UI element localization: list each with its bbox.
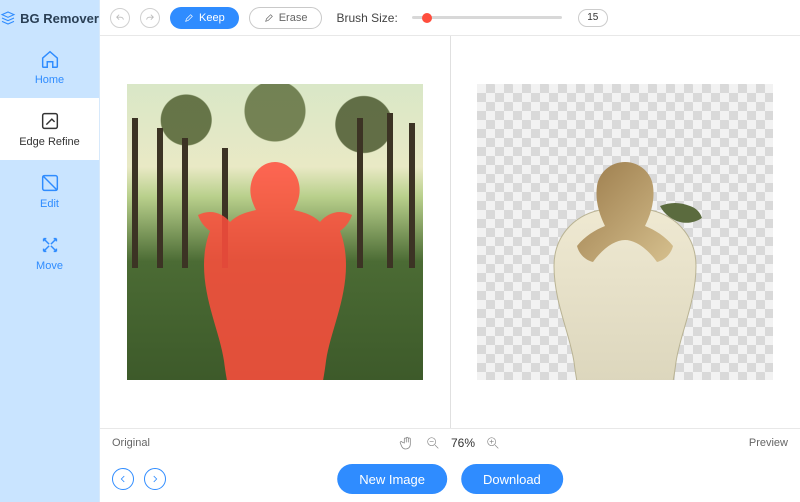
tree-icon	[222, 148, 228, 268]
main: Keep Erase Brush Size: 15	[100, 0, 800, 502]
zoom-out-icon[interactable]	[425, 435, 441, 451]
home-icon	[39, 48, 61, 70]
tree-icon	[132, 118, 138, 268]
keep-button[interactable]: Keep	[170, 7, 239, 29]
original-panel	[100, 36, 451, 428]
sidebar-item-label: Move	[36, 260, 63, 272]
cutout-subject	[540, 162, 710, 380]
keep-brush-icon	[184, 13, 194, 23]
sidebar-item-home[interactable]: Home	[0, 36, 99, 98]
toolbar: Keep Erase Brush Size: 15	[100, 0, 800, 36]
tree-icon	[182, 138, 188, 268]
sidebar: BG Remover Home Edge Refine Edit Move	[0, 0, 100, 502]
original-image[interactable]	[127, 84, 423, 380]
prev-image-button[interactable]	[112, 468, 134, 490]
sidebar-item-label: Edit	[40, 198, 59, 210]
brush-size-value: 15	[578, 9, 608, 27]
app-root: BG Remover Home Edge Refine Edit Move	[0, 0, 800, 502]
preview-label: Preview	[749, 437, 788, 449]
sidebar-item-move[interactable]: Move	[0, 222, 99, 284]
app-logo-icon	[0, 10, 16, 26]
primary-actions: New Image Download	[337, 464, 563, 494]
tree-icon	[357, 118, 363, 268]
sidebar-item-label: Home	[35, 74, 64, 86]
brush-size-label: Brush Size:	[336, 11, 397, 25]
next-image-button[interactable]	[144, 468, 166, 490]
workspace	[100, 36, 800, 428]
download-label: Download	[483, 472, 541, 487]
move-icon	[39, 234, 61, 256]
sidebar-item-edge-refine[interactable]: Edge Refine	[0, 98, 99, 160]
erase-button[interactable]: Erase	[249, 7, 323, 29]
edit-icon	[39, 172, 61, 194]
original-label: Original	[112, 437, 150, 449]
undo-button[interactable]	[110, 8, 130, 28]
download-button[interactable]: Download	[461, 464, 563, 494]
slider-thumb[interactable]	[422, 13, 432, 23]
preview-image[interactable]	[477, 84, 773, 380]
sidebar-item-label: Edge Refine	[19, 136, 80, 148]
tree-icon	[387, 113, 393, 268]
erase-label: Erase	[279, 12, 308, 24]
undo-icon	[115, 13, 125, 23]
chevron-right-icon	[150, 474, 160, 484]
redo-icon	[145, 13, 155, 23]
tree-icon	[409, 123, 415, 268]
edge-refine-icon	[39, 110, 61, 132]
status-bar: Original 76% Preview	[100, 428, 800, 456]
preview-panel	[451, 36, 800, 428]
action-bar: New Image Download	[100, 456, 800, 502]
keep-label: Keep	[199, 12, 225, 24]
sidebar-item-edit[interactable]: Edit	[0, 160, 99, 222]
chevron-left-icon	[118, 474, 128, 484]
redo-button[interactable]	[140, 8, 160, 28]
app-title-text: BG Remover	[20, 11, 99, 26]
zoom-in-icon[interactable]	[485, 435, 501, 451]
hand-tool-icon[interactable]	[399, 435, 415, 451]
tree-icon	[157, 128, 163, 268]
zoom-value: 76%	[451, 436, 475, 450]
scene-foliage	[127, 84, 423, 174]
erase-icon	[264, 13, 274, 23]
app-title: BG Remover	[0, 0, 99, 36]
brush-size-slider[interactable]	[412, 16, 562, 19]
new-image-label: New Image	[359, 472, 425, 487]
new-image-button[interactable]: New Image	[337, 464, 447, 494]
zoom-controls: 76%	[399, 435, 501, 451]
